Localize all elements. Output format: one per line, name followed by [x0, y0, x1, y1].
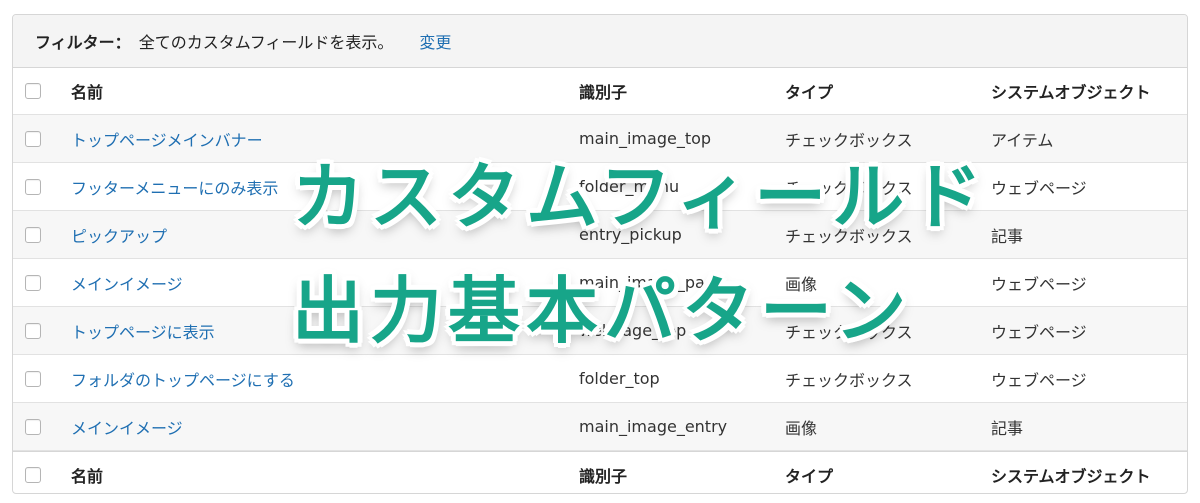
field-type: チェックボックス — [785, 226, 913, 246]
row-checkbox[interactable] — [25, 370, 41, 387]
field-name-link[interactable]: メインイメージ — [71, 271, 183, 295]
column-header-identifier[interactable]: 識別子 — [579, 68, 627, 114]
field-system-object: アイテム — [991, 130, 1054, 150]
field-name-link[interactable]: フォルダのトップページにする — [71, 367, 295, 391]
column-header-name[interactable]: 名前 — [71, 68, 103, 114]
field-system-object: ウェブページ — [991, 322, 1087, 342]
column-header-system-object[interactable]: システムオブジェクト — [991, 68, 1151, 114]
table-row: ピックアップ entry_pickup チェックボックス 記事 — [13, 211, 1187, 259]
field-identifier: folder_top — [579, 369, 660, 388]
table-header-row: 名前 識別子 タイプ システムオブジェクト — [13, 68, 1187, 115]
column-footer-type[interactable]: タイプ — [785, 452, 833, 493]
table-footer-row: 名前 識別子 タイプ システムオブジェクト — [13, 451, 1187, 493]
field-identifier: main_image_entry — [579, 417, 728, 436]
field-type: 画像 — [785, 274, 818, 294]
row-checkbox[interactable] — [25, 226, 41, 243]
select-all-checkbox-footer[interactable] — [25, 467, 41, 483]
filter-change-link[interactable]: 変更 — [419, 29, 451, 53]
column-header-type[interactable]: タイプ — [785, 68, 833, 114]
field-type: チェックボックス — [785, 178, 913, 198]
filter-label: フィルター： — [35, 33, 131, 52]
table-row: メインイメージ main_image_page 画像 ウェブページ — [13, 259, 1187, 307]
field-name-link[interactable]: メインイメージ — [71, 415, 183, 439]
filter-bar: フィルター： 全てのカスタムフィールドを表示。 変更 — [13, 15, 1187, 68]
field-system-object: ウェブページ — [991, 274, 1087, 294]
field-identifier: main_image_page — [579, 273, 725, 292]
row-checkbox[interactable] — [25, 274, 41, 291]
filter-description: 全てのカスタムフィールドを表示。 — [138, 33, 394, 52]
table-row: トップページに表示 webpage_top チェックボックス ウェブページ — [13, 307, 1187, 355]
field-system-object: 記事 — [991, 418, 1024, 438]
select-all-checkbox[interactable] — [25, 83, 41, 99]
field-identifier: folder_menu — [579, 177, 680, 196]
row-checkbox[interactable] — [25, 178, 41, 195]
custom-field-list-panel: フィルター： 全てのカスタムフィールドを表示。 変更 名前 識別子 タイプ シス… — [12, 14, 1188, 494]
field-name-link[interactable]: ピックアップ — [71, 223, 167, 247]
field-name-link[interactable]: トップページに表示 — [71, 319, 215, 343]
field-system-object: ウェブページ — [991, 370, 1087, 390]
field-identifier: main_image_top — [579, 129, 712, 148]
field-identifier: webpage_top — [579, 321, 687, 340]
column-footer-identifier[interactable]: 識別子 — [579, 452, 627, 493]
table-row: トップページメインバナー main_image_top チェックボックス アイテ… — [13, 115, 1187, 163]
column-footer-system-object[interactable]: システムオブジェクト — [991, 452, 1151, 493]
field-system-object: ウェブページ — [991, 178, 1087, 198]
field-name-link[interactable]: トップページメインバナー — [71, 127, 263, 151]
field-type: チェックボックス — [785, 322, 913, 342]
row-checkbox[interactable] — [25, 130, 41, 147]
table-row: フッターメニューにのみ表示 folder_menu チェックボックス ウェブペー… — [13, 163, 1187, 211]
row-checkbox[interactable] — [25, 322, 41, 339]
table-row: メインイメージ main_image_entry 画像 記事 — [13, 403, 1187, 451]
field-name-link[interactable]: フッターメニューにのみ表示 — [71, 175, 278, 199]
table-row: フォルダのトップページにする folder_top チェックボックス ウェブペー… — [13, 355, 1187, 403]
field-type: チェックボックス — [785, 130, 913, 150]
field-identifier: entry_pickup — [579, 225, 682, 244]
column-footer-name[interactable]: 名前 — [71, 452, 103, 493]
field-system-object: 記事 — [991, 226, 1024, 246]
row-checkbox[interactable] — [25, 418, 41, 435]
field-type: 画像 — [785, 418, 818, 438]
field-type: チェックボックス — [785, 370, 913, 390]
